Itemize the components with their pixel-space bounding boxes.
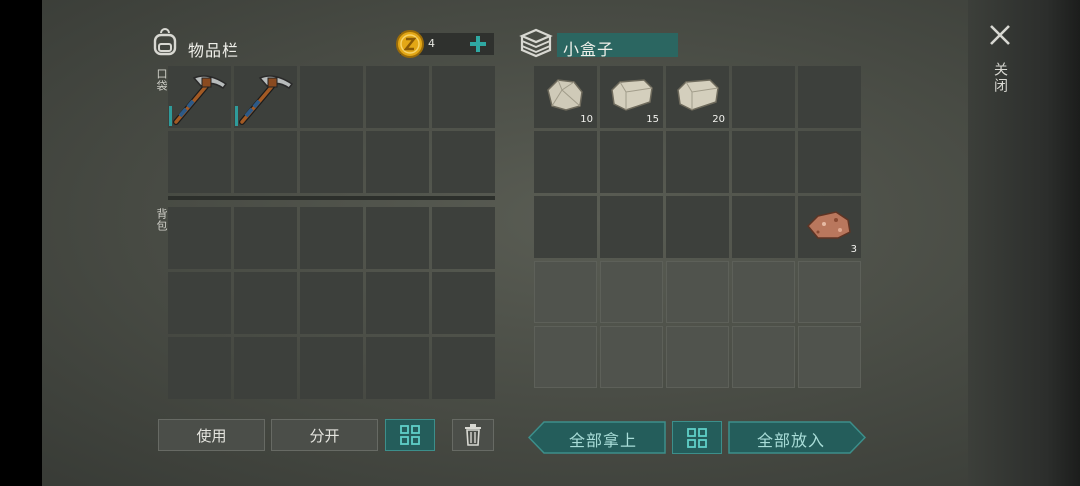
locked-slot <box>666 326 729 388</box>
backpack-slot[interactable] <box>366 207 429 269</box>
pickaxe-icon <box>239 75 294 125</box>
pocket-slot[interactable] <box>432 66 495 128</box>
locked-slot <box>732 326 795 388</box>
backpack-slot[interactable] <box>300 207 363 269</box>
backpack-slot[interactable] <box>234 207 297 269</box>
inventory-title: 物品栏 <box>188 41 240 60</box>
container-slot[interactable] <box>798 66 861 128</box>
container-slot[interactable]: 10 <box>534 66 597 128</box>
pocket-slot[interactable] <box>432 131 495 193</box>
container-slot[interactable]: 15 <box>600 66 663 128</box>
box-icon <box>519 28 553 58</box>
item-count: 20 <box>712 114 725 125</box>
add-coins-button[interactable] <box>468 34 488 54</box>
sort-container-button[interactable] <box>672 421 722 454</box>
container-title: 小盒子 <box>563 40 615 59</box>
backpack-slot[interactable] <box>300 272 363 334</box>
pocket-slot[interactable] <box>366 66 429 128</box>
container-slot[interactable] <box>798 131 861 193</box>
item-count: 10 <box>580 114 593 125</box>
backpack-slot[interactable] <box>366 272 429 334</box>
section-divider <box>168 196 495 200</box>
item-count: 3 <box>850 244 857 255</box>
trash-button[interactable] <box>452 419 494 451</box>
container-slot[interactable] <box>732 196 795 258</box>
backpack-slot[interactable] <box>366 337 429 399</box>
container-grid: 10 15 20 3 <box>534 66 861 401</box>
pocket-slot[interactable] <box>168 66 231 128</box>
backpack-grid <box>168 207 495 399</box>
item-count: 15 <box>646 114 659 125</box>
backpack-slot[interactable] <box>300 337 363 399</box>
locked-slot <box>798 261 861 323</box>
pocket-slot[interactable] <box>168 131 231 193</box>
container-slot[interactable] <box>732 66 795 128</box>
use-button[interactable]: 使用 <box>158 419 265 451</box>
pocket-label: 口袋 <box>155 68 168 92</box>
backpack-slot[interactable] <box>234 272 297 334</box>
backpack-label: 背包 <box>155 208 168 232</box>
pocket-slot[interactable] <box>300 66 363 128</box>
locked-slot <box>534 261 597 323</box>
coin-count: 4 <box>428 37 435 50</box>
container-slot[interactable] <box>600 131 663 193</box>
locked-slot <box>600 326 663 388</box>
locked-slot <box>666 261 729 323</box>
container-slot[interactable]: 3 <box>798 196 861 258</box>
backpack-slot[interactable] <box>168 207 231 269</box>
backpack-slot[interactable] <box>432 207 495 269</box>
durability-bar <box>235 106 238 126</box>
backpack-icon <box>153 28 177 56</box>
container-slot[interactable] <box>534 131 597 193</box>
close-icon[interactable] <box>988 23 1012 47</box>
locked-slot <box>534 326 597 388</box>
coin-icon <box>396 30 424 58</box>
sort-inventory-button[interactable] <box>385 419 435 451</box>
pocket-grid <box>168 66 495 193</box>
pocket-slot[interactable] <box>234 66 297 128</box>
backpack-slot[interactable] <box>168 337 231 399</box>
pocket-slot[interactable] <box>234 131 297 193</box>
backpack-slot[interactable] <box>432 272 495 334</box>
put-all-label[interactable]: 全部放入 <box>736 427 846 451</box>
container-slot[interactable]: 20 <box>666 66 729 128</box>
locked-slot <box>600 261 663 323</box>
container-slot[interactable] <box>666 196 729 258</box>
pocket-slot[interactable] <box>300 131 363 193</box>
durability-bar <box>169 106 172 126</box>
backpack-slot[interactable] <box>234 337 297 399</box>
container-slot[interactable] <box>732 131 795 193</box>
container-slot[interactable] <box>534 196 597 258</box>
trash-icon <box>465 424 481 446</box>
container-slot[interactable] <box>666 131 729 193</box>
backpack-slot[interactable] <box>168 272 231 334</box>
grid-sort-icon <box>687 427 707 448</box>
grid-sort-icon <box>400 425 420 445</box>
pocket-slot[interactable] <box>366 131 429 193</box>
close-label[interactable]: 关闭 <box>990 62 1010 94</box>
backpack-slot[interactable] <box>432 337 495 399</box>
screen-left-edge <box>0 0 42 486</box>
take-all-label[interactable]: 全部拿上 <box>548 427 658 451</box>
container-slot[interactable] <box>600 196 663 258</box>
screen-right-panel <box>968 0 1080 486</box>
pickaxe-icon <box>173 75 228 125</box>
split-button[interactable]: 分开 <box>271 419 378 451</box>
locked-slot <box>798 326 861 388</box>
locked-slot <box>732 261 795 323</box>
